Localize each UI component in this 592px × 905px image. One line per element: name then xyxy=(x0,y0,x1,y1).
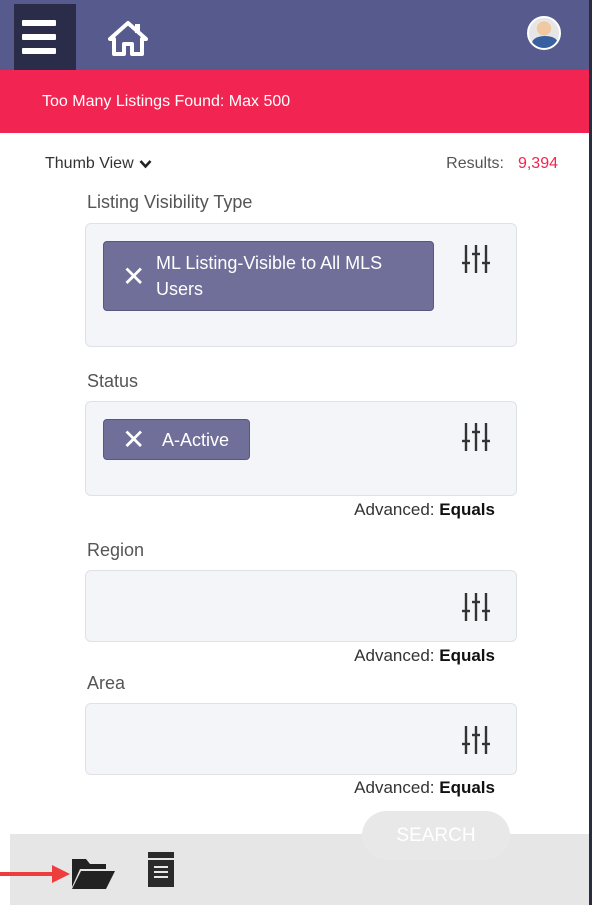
area-advanced[interactable]: Advanced: Equals xyxy=(354,778,495,798)
home-icon[interactable] xyxy=(108,20,148,56)
visibility-tag[interactable]: ✕ ML Listing-Visible to All MLS Users xyxy=(103,241,434,311)
area-label: Area xyxy=(87,673,126,693)
visibility-tag-line1: ML Listing-Visible to All MLS xyxy=(156,253,383,273)
open-folder-icon[interactable] xyxy=(70,855,116,891)
advanced-value: Equals xyxy=(439,778,495,797)
filter-sliders-icon[interactable] xyxy=(458,589,494,625)
advanced-label: Advanced: xyxy=(354,646,435,665)
status-field[interactable]: ✕ A-Active xyxy=(85,401,517,496)
remove-tag-icon[interactable]: ✕ xyxy=(122,426,145,454)
status-advanced[interactable]: Advanced: Equals xyxy=(354,500,495,520)
filter-sliders-icon[interactable] xyxy=(458,722,494,758)
status-label: Status xyxy=(87,371,139,391)
pointer-arrow-icon xyxy=(0,865,70,883)
user-avatar[interactable] xyxy=(527,16,561,50)
visibility-tag-line2: Users xyxy=(156,279,204,299)
visibility-field[interactable]: ✕ ML Listing-Visible to All MLS Users xyxy=(85,223,517,347)
document-list-icon[interactable] xyxy=(147,851,175,888)
region-advanced[interactable]: Advanced: Equals xyxy=(354,646,495,666)
advanced-label: Advanced: xyxy=(354,500,435,519)
advanced-value: Equals xyxy=(439,646,495,665)
alert-message: Too Many Listings Found: Max 500 xyxy=(42,93,291,110)
results-summary: Results: 9,394 xyxy=(446,155,558,173)
area-field[interactable] xyxy=(85,703,517,775)
results-count: 9,394 xyxy=(517,155,558,172)
view-label: Thumb View xyxy=(45,155,134,172)
status-tag[interactable]: ✕ A-Active xyxy=(103,419,250,460)
region-field[interactable] xyxy=(85,570,517,642)
remove-tag-icon[interactable]: ✕ xyxy=(122,263,145,291)
search-button[interactable]: SEARCH xyxy=(362,811,510,860)
chevron-down-icon xyxy=(139,160,152,169)
filter-sliders-icon[interactable] xyxy=(458,241,494,277)
top-bar xyxy=(0,0,592,70)
hamburger-menu-icon[interactable] xyxy=(14,4,76,70)
advanced-value: Equals xyxy=(439,500,495,519)
alert-banner: Too Many Listings Found: Max 500 xyxy=(0,70,592,133)
results-label: Results: xyxy=(446,155,504,172)
filter-sliders-icon[interactable] xyxy=(458,419,494,455)
thumb-view-dropdown[interactable]: Thumb View xyxy=(45,155,152,173)
region-label: Region xyxy=(87,540,145,560)
visibility-label: Listing Visibility Type xyxy=(87,192,253,212)
status-tag-label: A-Active xyxy=(162,430,230,450)
advanced-label: Advanced: xyxy=(354,778,435,797)
